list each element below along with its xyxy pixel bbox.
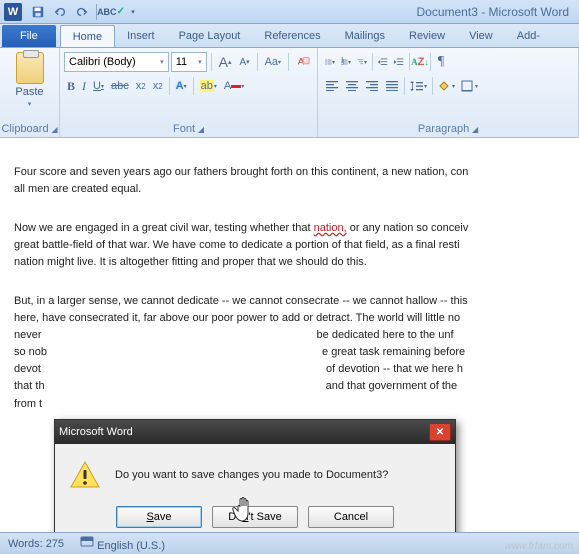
warning-icon (69, 460, 101, 490)
dialog-close-button[interactable]: ✕ (429, 423, 451, 441)
dialog-message: Do you want to save changes you made to … (115, 469, 388, 481)
save-dialog: Microsoft Word ✕ Do you want to save cha… (54, 419, 456, 541)
language-icon (80, 535, 94, 549)
save-button[interactable]: Save (116, 506, 202, 528)
dont-save-button[interactable]: Don't Save (212, 506, 298, 528)
dialog-title: Microsoft Word (59, 426, 133, 438)
dialog-body: Do you want to save changes you made to … (55, 444, 455, 540)
status-language[interactable]: English (U.S.) (80, 535, 165, 552)
status-words[interactable]: Words: 275 (8, 538, 64, 550)
dialog-titlebar[interactable]: Microsoft Word ✕ (55, 420, 455, 444)
watermark: www.frfam.com (505, 541, 573, 552)
status-bar: Words: 275 English (U.S.) (0, 532, 579, 554)
dialog-overlay: Microsoft Word ✕ Do you want to save cha… (0, 0, 579, 554)
dialog-buttons: Save Don't Save Cancel (69, 506, 441, 528)
cancel-button[interactable]: Cancel (308, 506, 394, 528)
